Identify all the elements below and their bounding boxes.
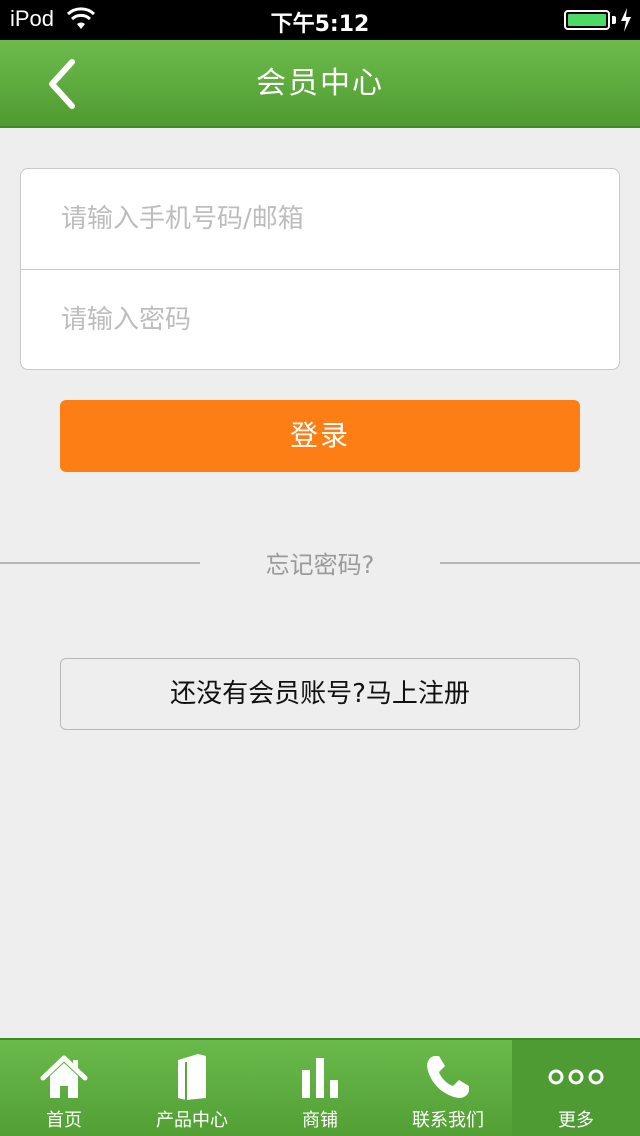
tab-products[interactable]: 产品中心 [128, 1040, 256, 1136]
tab-label: 更多 [558, 1110, 594, 1131]
tab-label: 产品中心 [156, 1110, 228, 1131]
login-form [20, 168, 620, 370]
status-time: 下午5:12 [270, 12, 370, 37]
tab-label: 联系我们 [412, 1110, 484, 1131]
tab-home[interactable]: 首页 [0, 1040, 128, 1136]
battery-fill [568, 14, 606, 26]
tab-more[interactable]: 更多 [512, 1040, 640, 1136]
tab-bar: 首页 产品中心 商铺 联系我们 更多 [0, 1038, 640, 1136]
divider-right [440, 562, 640, 564]
more-icon [548, 1069, 604, 1085]
status-bar: iPod 下午5:12 [0, 0, 640, 40]
battery-tip [612, 16, 616, 24]
tab-label: 商铺 [302, 1110, 338, 1131]
page-title: 会员中心 [256, 66, 384, 101]
tab-label: 首页 [46, 1110, 82, 1131]
book-icon [178, 1054, 206, 1100]
tab-contact[interactable]: 联系我们 [384, 1040, 512, 1136]
divider-left [0, 562, 200, 564]
account-row [21, 169, 619, 269]
tab-shop[interactable]: 商铺 [256, 1040, 384, 1136]
home-icon [40, 1055, 88, 1098]
login-button[interactable]: 登录 [60, 400, 580, 472]
register-button[interactable]: 还没有会员账号?马上注册 [60, 658, 580, 730]
bar-chart-icon [302, 1058, 338, 1098]
password-row [21, 269, 619, 369]
account-input[interactable] [61, 204, 579, 234]
charging-bolt-icon [621, 8, 631, 32]
forgot-password-link[interactable]: 忘记密码? [200, 545, 440, 580]
password-input[interactable] [61, 304, 579, 335]
phone-icon [427, 1056, 469, 1098]
navbar: 会员中心 [0, 40, 640, 128]
battery-icon [564, 10, 610, 30]
